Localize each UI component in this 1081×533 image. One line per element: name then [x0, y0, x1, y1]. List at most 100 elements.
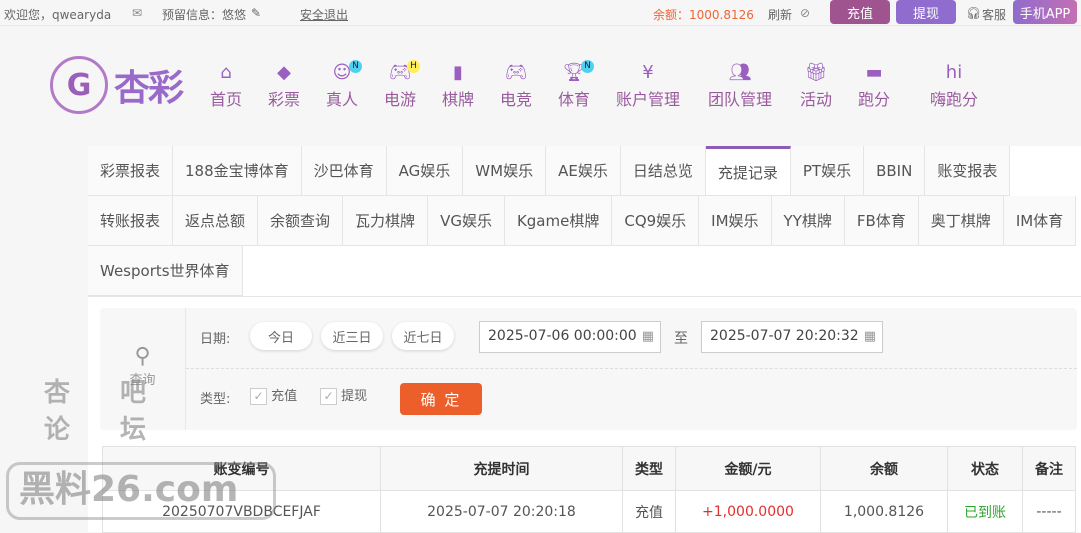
tab-7[interactable]: 充提记录: [705, 146, 791, 196]
tab-11[interactable]: 转账报表: [88, 196, 174, 246]
nav-item-0[interactable]: ⌂ 首页: [210, 62, 242, 110]
nav-item-2[interactable]: ☺ N 真人: [326, 60, 363, 110]
query-label: 查询: [129, 373, 156, 388]
nav-item-9[interactable]: 🎁︎ 活动: [800, 62, 832, 110]
nav-label: 电竞: [500, 90, 533, 109]
tab-13[interactable]: 余额查询: [258, 196, 344, 246]
tab-19[interactable]: YY棋牌: [771, 196, 845, 246]
nav-label: 体育: [558, 90, 591, 109]
service-link[interactable]: 客服: [982, 6, 1006, 23]
nav-label: 首页: [210, 90, 243, 109]
tab-12[interactable]: 返点总额: [173, 196, 259, 246]
tab-16[interactable]: Kgame棋牌: [504, 196, 613, 246]
tab-10[interactable]: 账变报表: [925, 146, 1011, 196]
logout-link[interactable]: 安全退出: [300, 6, 348, 23]
home-icon: ⌂: [220, 62, 232, 83]
nav-item-3[interactable]: 🎮︎ H 电游: [384, 60, 421, 110]
recharge-checkbox-label: 充值: [271, 389, 298, 404]
report-tabs: 彩票报表 188金宝博体育 沙巴体育 AG娱乐 WM娱乐 AE娱乐 日结总览 充提记录 PT娱乐…: [88, 146, 1081, 297]
end-date-input[interactable]: 2025-07-07 20:20:32 ▦: [701, 321, 883, 353]
gamepad-icon: 🎮︎: [504, 62, 528, 83]
eye-hide-icon[interactable]: ⊘: [800, 6, 810, 20]
nav-item-5[interactable]: 🎮︎ 电竞: [500, 62, 532, 110]
seven-days-button[interactable]: 近七日: [392, 322, 454, 350]
welcome-text: 欢迎您，qwearyda: [4, 8, 112, 22]
nav-item-6[interactable]: 🏆︎ N 体育: [558, 60, 595, 110]
tab-17[interactable]: CQ9娱乐: [612, 196, 700, 246]
tab-6[interactable]: 日结总览: [620, 146, 706, 196]
tab-23[interactable]: Wesports世界体育: [88, 246, 243, 296]
tab-9[interactable]: BBIN: [864, 146, 926, 196]
column-header: 余额: [820, 446, 948, 491]
table-cell: 1,000.8126: [820, 490, 948, 533]
withdraw-button[interactable]: 提现: [896, 0, 956, 24]
nav-badge: N: [349, 60, 363, 73]
logo[interactable]: G 杏彩: [50, 56, 184, 114]
tab-18[interactable]: IM娱乐: [699, 196, 772, 246]
mobile-app-button[interactable]: 手机APP: [1013, 0, 1077, 24]
checkbox-icon: ✓: [250, 388, 267, 405]
tab-1[interactable]: 188金宝博体育: [173, 146, 302, 196]
start-date-input[interactable]: 2025-07-06 00:00:00 ▦: [479, 321, 661, 353]
logo-text: 杏彩: [114, 68, 184, 109]
three-days-button[interactable]: 近三日: [321, 322, 383, 350]
tab-20[interactable]: FB体育: [844, 196, 919, 246]
nav-label: 跑分: [858, 90, 891, 109]
type-label: 类型:: [200, 392, 231, 407]
gift-icon: 🎁︎: [804, 62, 828, 83]
cards-icon: ▮: [453, 62, 463, 83]
ticket-icon: ◆: [277, 62, 291, 83]
tab-15[interactable]: VG娱乐: [428, 196, 505, 246]
search-icon: ⚲: [134, 344, 151, 369]
date-label: 日期:: [200, 332, 231, 347]
tab-14[interactable]: 瓦力棋牌: [343, 196, 429, 246]
nav-item-4[interactable]: ▮ 棋牌: [442, 62, 474, 110]
nav-label: 棋牌: [442, 90, 475, 109]
nav-label: 团队管理: [708, 90, 773, 109]
nav-item-1[interactable]: ◆ 彩票: [268, 62, 300, 110]
table-cell: 充值: [622, 490, 676, 533]
nav-badge: N: [581, 60, 595, 73]
nav-label: 彩票: [268, 90, 301, 109]
recharge-button[interactable]: 充值: [830, 0, 890, 24]
tab-4[interactable]: WM娱乐: [463, 146, 547, 196]
edit-icon[interactable]: ✎: [251, 6, 261, 20]
nav-item-10[interactable]: ▬ 跑分: [858, 62, 890, 110]
team-icon: 👥︎: [728, 62, 752, 83]
nav-item-11[interactable]: hi 嗨跑分: [930, 62, 978, 110]
reserved-message: 预留信息：悠悠: [162, 8, 247, 22]
calendar-icon[interactable]: ▦: [642, 329, 654, 344]
tab-3[interactable]: AG娱乐: [386, 146, 464, 196]
refresh-link[interactable]: 刷新: [768, 6, 792, 23]
mail-icon[interactable]: ✉: [132, 6, 142, 20]
table-cell: 20250707VBDBCEFJAF: [102, 490, 381, 533]
start-date-value: 2025-07-06 00:00:00: [488, 328, 637, 344]
rhino-icon: ▬: [865, 62, 883, 83]
nav-label: 账户管理: [616, 90, 681, 109]
trophy-icon: 🏆︎ N: [558, 60, 595, 86]
today-button[interactable]: 今日: [250, 322, 312, 350]
tab-22[interactable]: IM体育: [1003, 196, 1077, 246]
tab-5[interactable]: AE娱乐: [546, 146, 621, 196]
calendar-icon[interactable]: ▦: [864, 329, 876, 344]
content-panel: 彩票报表 188金宝博体育 沙巴体育 AG娱乐 WM娱乐 AE娱乐 日结总览 充提记录 PT娱乐…: [88, 146, 1081, 533]
tab-21[interactable]: 奥丁棋牌: [918, 196, 1004, 246]
tab-2[interactable]: 沙巴体育: [301, 146, 387, 196]
column-header: 类型: [622, 446, 676, 491]
filter-box: ⚲ 查询 日期: 今日 近三日 近七日 2025-07-06 00:00:00 ▦…: [100, 308, 1077, 430]
recharge-checkbox[interactable]: ✓ 充值: [250, 385, 297, 405]
withdraw-checkbox[interactable]: ✓ 提现: [320, 385, 367, 405]
confirm-button[interactable]: 确 定: [400, 383, 482, 415]
nav-label: 真人: [326, 90, 359, 109]
tab-8[interactable]: PT娱乐: [790, 146, 865, 196]
column-header: 备注: [1022, 446, 1076, 491]
nav-item-7[interactable]: ¥ 账户管理: [616, 62, 680, 110]
table-cell: 已到账: [947, 490, 1023, 533]
top-bar: 欢迎您，qwearyda ✉ 预留信息：悠悠 ✎ 安全退出 余额：1000.81…: [0, 0, 1081, 26]
nav-label: 活动: [800, 90, 833, 109]
tab-0[interactable]: 彩票报表: [88, 146, 174, 196]
nav-item-8[interactable]: 👥︎ 团队管理: [708, 62, 772, 110]
checkbox-icon: ✓: [320, 388, 337, 405]
table-row: 20250707VBDBCEFJAF 2025-07-07 20:20:18 充值 +…: [102, 490, 1076, 533]
table-cell: 2025-07-07 20:20:18: [380, 490, 623, 533]
